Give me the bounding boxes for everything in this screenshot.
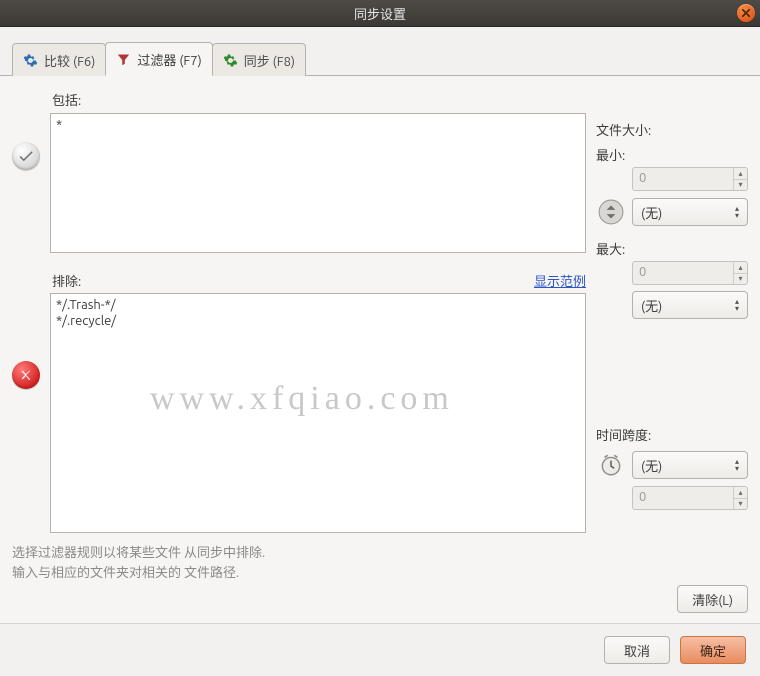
hint-text: 选择过滤器规则以将某些文件 从同步中排除. 输入与相应的文件夹对相关的 文件路径… [12, 543, 586, 583]
close-button[interactable] [737, 4, 755, 22]
exclude-label: 排除: [52, 271, 81, 290]
spin-up[interactable]: ▴ [734, 168, 747, 180]
tab-label: 过滤器 (F7) [137, 50, 201, 69]
spin-down[interactable]: ▾ [734, 499, 747, 510]
title-bar: 同步设置 [0, 0, 760, 27]
min-size-input[interactable]: 0 ▴▾ [632, 167, 748, 191]
filesize-label: 文件大小: [596, 120, 748, 139]
spin-down[interactable]: ▾ [734, 180, 747, 191]
updown-arrows-icon [596, 197, 626, 227]
timespan-value-input[interactable]: 0 ▴▾ [632, 486, 748, 510]
max-unit-combo[interactable]: (无) ▴▾ [632, 291, 748, 319]
tab-filter[interactable]: 过滤器 (F7) [105, 42, 212, 76]
timespan-unit-combo[interactable]: (无) ▴▾ [632, 451, 748, 479]
include-textarea[interactable] [50, 113, 586, 253]
exclude-textarea[interactable] [50, 293, 586, 533]
tab-compare[interactable]: 比较 (F6) [12, 43, 106, 76]
min-label: 最小: [596, 145, 748, 164]
spin-up[interactable]: ▴ [734, 262, 747, 274]
window-title: 同步设置 [354, 4, 406, 23]
exclude-badge-icon [12, 361, 40, 389]
tab-label: 同步 (F8) [244, 51, 295, 70]
ok-button[interactable]: 确定 [680, 636, 746, 664]
timespan-label: 时间跨度: [596, 425, 748, 444]
clear-button[interactable]: 清除(L) [677, 585, 748, 613]
max-label: 最大: [596, 239, 748, 258]
tab-label: 比较 (F6) [44, 51, 95, 70]
max-size-input[interactable]: 0 ▴▾ [632, 261, 748, 285]
clock-icon [596, 450, 626, 480]
gear-icon [223, 53, 238, 68]
spin-up[interactable]: ▴ [734, 487, 747, 499]
dialog-footer: 取消 确定 [0, 623, 760, 676]
funnel-icon [116, 52, 131, 67]
include-label: 包括: [52, 90, 586, 109]
include-badge-icon [12, 142, 40, 170]
tab-strip: 比较 (F6) 过滤器 (F7) 同步 (F8) [0, 27, 760, 76]
cancel-button[interactable]: 取消 [604, 636, 670, 664]
show-example-link[interactable]: 显示范例 [534, 271, 586, 290]
spin-down[interactable]: ▾ [734, 274, 747, 285]
gear-icon [23, 53, 38, 68]
min-unit-combo[interactable]: (无) ▴▾ [632, 198, 748, 226]
tab-sync[interactable]: 同步 (F8) [212, 43, 306, 76]
